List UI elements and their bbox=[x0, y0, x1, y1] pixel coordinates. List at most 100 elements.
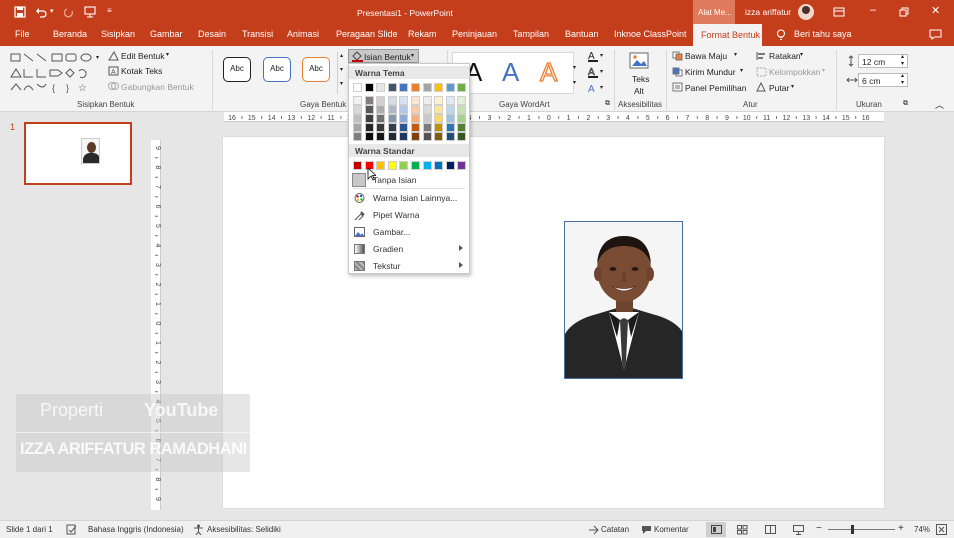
reading-view-icon[interactable] bbox=[765, 525, 776, 535]
theme-color-swatch[interactable] bbox=[353, 83, 362, 92]
theme-shade-swatch[interactable] bbox=[376, 123, 386, 132]
standard-color-swatch[interactable] bbox=[387, 161, 397, 170]
merge-shapes-button[interactable]: Gabungkan Bentuk bbox=[121, 82, 194, 92]
save-icon[interactable] bbox=[14, 6, 26, 18]
tab-help[interactable]: Bantuan bbox=[565, 29, 599, 39]
text-effects-dropdown-icon[interactable]: ▾ bbox=[600, 84, 603, 91]
theme-shade-swatch[interactable] bbox=[457, 96, 467, 105]
theme-shade-swatch[interactable] bbox=[399, 105, 409, 114]
tab-design[interactable]: Desain bbox=[198, 29, 226, 39]
theme-shade-swatch[interactable] bbox=[411, 132, 420, 141]
theme-shade-swatch[interactable] bbox=[376, 114, 386, 123]
theme-color-swatch[interactable] bbox=[411, 83, 420, 92]
bring-forward-button[interactable]: Bawa Maju bbox=[685, 51, 727, 61]
selection-pane-button[interactable]: Panel Pemilihan bbox=[685, 83, 746, 93]
normal-view-button[interactable] bbox=[706, 522, 726, 537]
height-spinner-icon[interactable]: ▴ ▾ bbox=[901, 53, 904, 67]
tab-file[interactable]: File bbox=[15, 29, 30, 39]
close-icon[interactable]: ✕ bbox=[931, 4, 940, 17]
theme-shade-swatch[interactable] bbox=[387, 105, 397, 114]
tab-record[interactable]: Rekam bbox=[408, 29, 437, 39]
theme-shade-swatch[interactable] bbox=[434, 105, 444, 114]
theme-color-swatch[interactable] bbox=[422, 83, 432, 92]
zoom-slider[interactable] bbox=[828, 529, 895, 530]
theme-shade-swatch[interactable] bbox=[376, 96, 386, 105]
more-fill-colors-item[interactable]: Warna Isian Lainnya... bbox=[349, 190, 469, 206]
gradient-item[interactable]: Gradien bbox=[349, 241, 469, 257]
slide-sorter-icon[interactable] bbox=[737, 525, 748, 535]
theme-shade-swatch[interactable] bbox=[445, 105, 455, 114]
tab-view[interactable]: Tampilan bbox=[513, 29, 549, 39]
theme-shade-swatch[interactable] bbox=[422, 114, 432, 123]
theme-shade-swatch[interactable] bbox=[399, 96, 409, 105]
minimize-icon[interactable]: – bbox=[870, 4, 876, 16]
theme-color-swatch[interactable] bbox=[434, 83, 444, 92]
texture-item[interactable]: Tekstur bbox=[349, 258, 469, 274]
text-box-button[interactable]: Kotak Teks bbox=[121, 66, 162, 76]
wordart-dialog-launcher-icon[interactable]: ⧉ bbox=[605, 100, 610, 108]
theme-shade-swatch[interactable] bbox=[422, 96, 432, 105]
theme-color-swatch[interactable] bbox=[364, 83, 374, 92]
user-name[interactable]: izza ariffatur bbox=[745, 7, 791, 17]
theme-shade-swatch[interactable] bbox=[399, 114, 409, 123]
edit-shape-button[interactable]: Edit Bentuk bbox=[121, 51, 164, 61]
shape-style-2[interactable]: Abc bbox=[263, 57, 291, 82]
theme-shade-swatch[interactable] bbox=[457, 132, 467, 141]
undo-dropdown-icon[interactable]: ▾ bbox=[50, 7, 54, 15]
text-effects-icon[interactable]: A bbox=[587, 82, 599, 94]
notes-button[interactable]: Catatan bbox=[601, 525, 629, 534]
language-indicator[interactable]: Bahasa Inggris (Indonesia) bbox=[88, 525, 184, 534]
theme-color-swatch[interactable] bbox=[387, 83, 397, 92]
send-backward-button[interactable]: Kirim Mundur bbox=[685, 67, 736, 77]
theme-shade-swatch[interactable] bbox=[387, 123, 397, 132]
slideshow-view-icon[interactable] bbox=[793, 525, 804, 535]
theme-color-swatch[interactable] bbox=[376, 83, 386, 92]
theme-shade-swatch[interactable] bbox=[387, 96, 397, 105]
theme-shade-swatch[interactable] bbox=[364, 132, 374, 141]
theme-shade-swatch[interactable] bbox=[376, 132, 386, 141]
theme-shade-swatch[interactable] bbox=[445, 123, 455, 132]
theme-shade-swatch[interactable] bbox=[353, 114, 362, 123]
theme-shade-swatch[interactable] bbox=[457, 123, 467, 132]
wordart-style-2[interactable]: A bbox=[502, 57, 519, 88]
theme-shade-swatch[interactable] bbox=[387, 114, 397, 123]
wordart-gallery[interactable]: A A A bbox=[452, 52, 574, 94]
shapes-more-icon[interactable]: ▾ bbox=[96, 54, 99, 61]
restore-icon[interactable] bbox=[899, 7, 909, 17]
tab-shape-format-active[interactable]: Format Bentuk bbox=[693, 24, 762, 46]
accessibility-icon[interactable] bbox=[193, 524, 204, 535]
shape-fill-button[interactable]: Isian Bentuk ▾ bbox=[348, 49, 419, 63]
tab-animations[interactable]: Animasi bbox=[287, 29, 319, 39]
theme-shade-swatch[interactable] bbox=[353, 132, 362, 141]
theme-shade-swatch[interactable] bbox=[364, 96, 374, 105]
theme-color-swatch[interactable] bbox=[457, 83, 467, 92]
bring-forward-dropdown-icon[interactable]: ▾ bbox=[734, 51, 737, 58]
text-fill-dropdown-icon[interactable]: ▾ bbox=[600, 52, 603, 59]
shapes-gallery[interactable]: { } ☆ bbox=[8, 50, 104, 94]
theme-shade-swatch[interactable] bbox=[353, 96, 362, 105]
shape-height-input[interactable]: 12 cm ▴ ▾ bbox=[858, 54, 908, 68]
text-outline-dropdown-icon[interactable]: ▾ bbox=[600, 68, 603, 75]
eyedropper-item[interactable]: Pipet Warna bbox=[349, 207, 469, 223]
theme-shade-swatch[interactable] bbox=[422, 123, 432, 132]
group-dropdown-icon[interactable]: ▾ bbox=[822, 67, 825, 74]
width-spinner-icon[interactable]: ▴ ▾ bbox=[901, 72, 904, 86]
text-fill-icon[interactable]: A bbox=[587, 50, 599, 62]
wordart-scroll[interactable]: ▾ ▾ bbox=[573, 52, 581, 94]
alt-text-button-line1[interactable]: Teks bbox=[632, 74, 649, 84]
avatar[interactable] bbox=[798, 4, 814, 20]
theme-shade-swatch[interactable] bbox=[434, 123, 444, 132]
standard-color-swatch[interactable] bbox=[353, 161, 362, 170]
zoom-level[interactable]: 74% bbox=[914, 525, 930, 534]
theme-shade-swatch[interactable] bbox=[364, 123, 374, 132]
theme-shade-swatch[interactable] bbox=[445, 96, 455, 105]
theme-color-swatch[interactable] bbox=[399, 83, 409, 92]
tab-review[interactable]: Peninjauan bbox=[452, 29, 497, 39]
standard-color-swatch[interactable] bbox=[376, 161, 386, 170]
theme-shade-swatch[interactable] bbox=[422, 105, 432, 114]
picture-fill-item[interactable]: Gambar... bbox=[349, 224, 469, 240]
start-slideshow-icon[interactable] bbox=[84, 6, 96, 18]
standard-color-swatch[interactable] bbox=[434, 161, 444, 170]
theme-shade-swatch[interactable] bbox=[364, 114, 374, 123]
standard-color-swatch[interactable] bbox=[445, 161, 455, 170]
